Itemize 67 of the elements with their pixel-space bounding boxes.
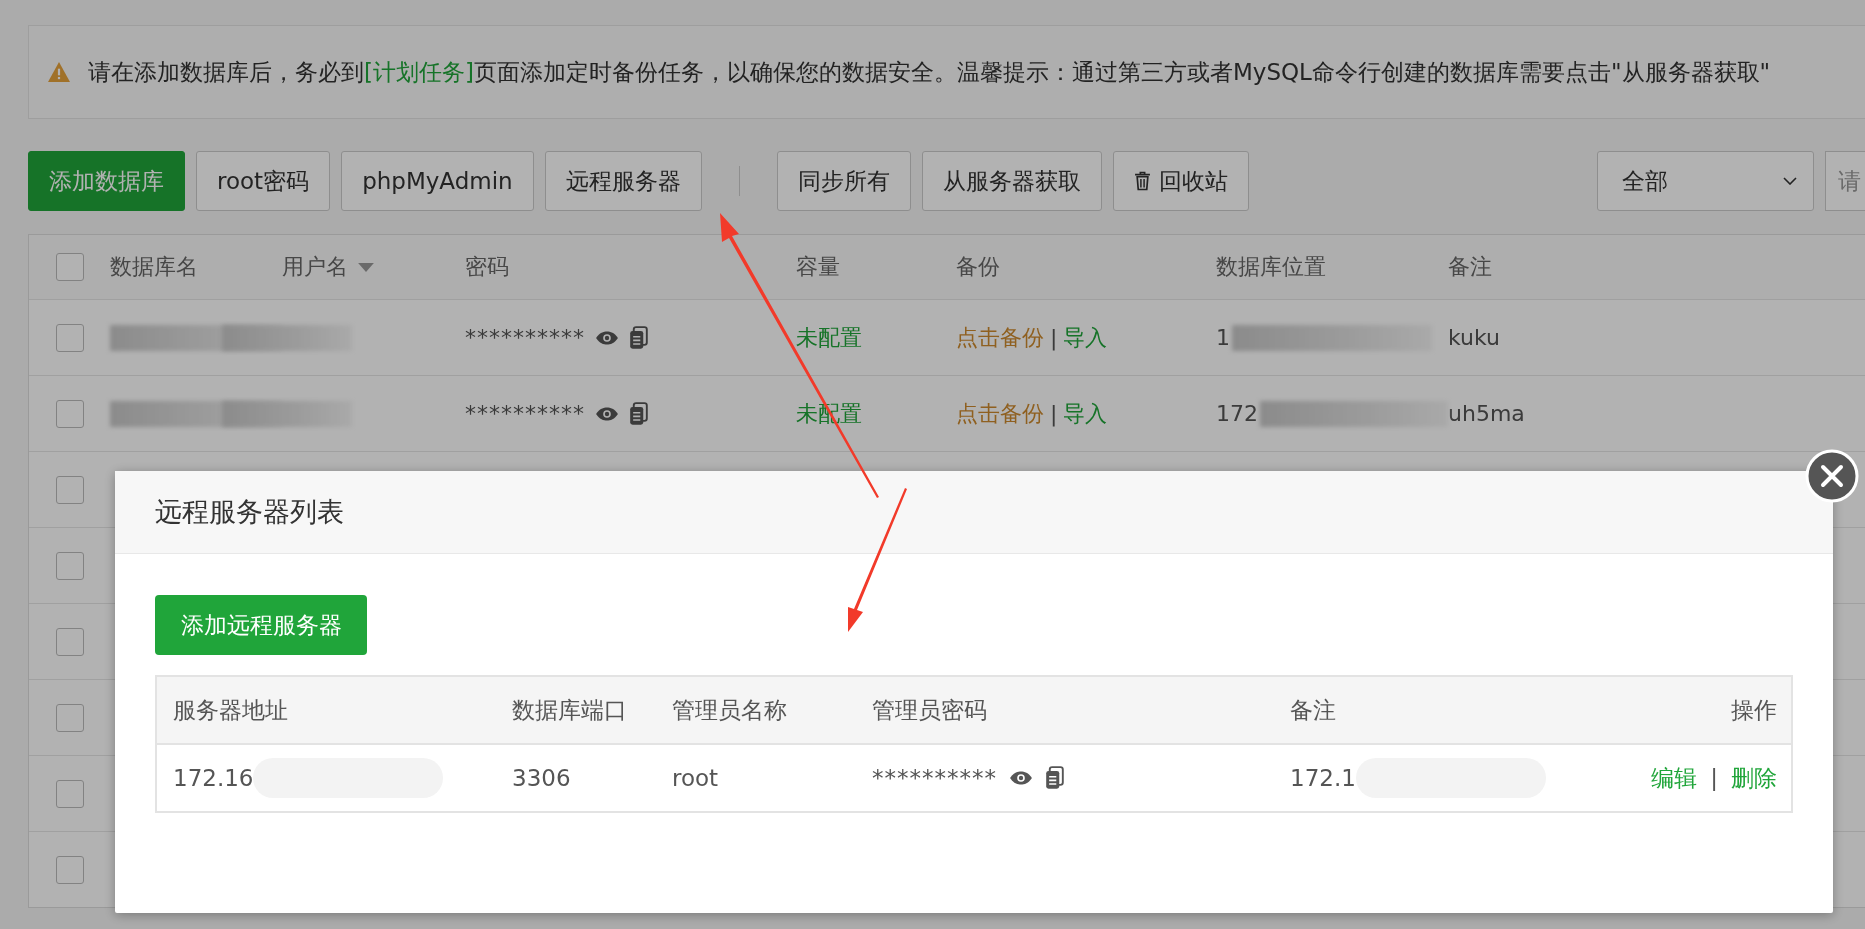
toolbar-button[interactable]: 同步所有 [776,151,911,211]
sort-caret-icon[interactable] [358,262,374,272]
table-cell: 172.16 [173,765,254,791]
row-checkbox[interactable] [55,323,84,352]
table-cell: 172 [1216,401,1258,426]
row-checkbox[interactable] [55,475,84,504]
masked-password: ********** [872,765,997,791]
masked-password: ********** [465,325,585,350]
table-cell: 172.1 [1290,765,1356,791]
chevron-down-icon [1783,177,1797,185]
search-field[interactable]: 请 [1825,151,1865,211]
eye-icon[interactable] [595,329,619,346]
backup-link[interactable]: 点击备份 [956,322,1044,353]
filter-dropdown[interactable]: 全部 [1597,151,1814,211]
close-icon[interactable] [1805,449,1859,503]
column-header: 数据库位置 [1216,253,1326,281]
row-checkbox[interactable] [55,779,84,808]
column-header: 操作 [1731,695,1777,725]
toolbar-button[interactable]: 从服务器获取 [921,151,1102,211]
column-header: 密码 [465,253,509,281]
row-checkbox[interactable] [55,855,84,884]
masked-password: ********** [465,401,585,426]
separator-text: | [1710,765,1718,791]
eye-icon[interactable] [1009,770,1033,786]
column-header: 管理员名称 [672,695,787,725]
add-remote-server-button[interactable]: 添加远程服务器 [155,595,367,655]
table-cell: 3306 [512,765,571,791]
column-header: 用户名 [282,253,348,281]
toolbar-button[interactable]: 远程服务器 [544,151,702,211]
add-database-button[interactable]: 添加数据库 [28,151,185,211]
recycle-bin-button[interactable]: 回收站 [1112,151,1249,211]
trash-icon [1133,171,1151,191]
column-header: 管理员密码 [872,695,987,725]
separator-text: | [1050,325,1058,350]
table-cell: root [672,765,719,791]
toolbar-button[interactable]: phpMyAdmin [341,151,534,211]
import-link[interactable]: 导入 [1063,322,1108,353]
table-cell: uh5ma [1448,401,1525,426]
column-header: 数据库名 [110,253,198,281]
table-cell: kuku [1448,325,1500,350]
row-checkbox[interactable] [55,703,84,732]
status-link[interactable]: 未配置 [796,322,862,353]
copy-icon[interactable] [629,401,648,426]
column-header: 备份 [956,253,1000,281]
copy-icon[interactable] [629,325,648,350]
row-checkbox[interactable] [55,551,84,580]
copy-icon[interactable] [1045,766,1064,790]
column-header: 备注 [1290,695,1336,725]
dialog-title: 远程服务器列表 [155,495,344,529]
separator-text: | [1050,401,1058,426]
toolbar-button[interactable]: root密码 [196,151,331,211]
select-all-checkbox[interactable] [55,253,84,281]
row-checkbox[interactable] [55,399,84,428]
eye-icon[interactable] [595,405,619,422]
schedule-link[interactable]: [计划任务] [364,58,474,85]
table-cell: 1 [1216,325,1230,350]
backup-link[interactable]: 点击备份 [956,398,1044,429]
delete-link[interactable]: 删除 [1731,762,1777,794]
row-checkbox[interactable] [55,627,84,656]
import-link[interactable]: 导入 [1063,398,1108,429]
column-header: 服务器地址 [173,695,288,725]
column-header: 容量 [796,253,840,281]
warning-icon [48,62,70,82]
edit-link[interactable]: 编辑 [1651,762,1698,794]
column-header: 数据库端口 [512,695,627,725]
column-header: 备注 [1448,253,1492,281]
notice-text: 请在添加数据库后，务必到[计划任务]页面添加定时备份任务，以确保您的数据安全。温馨提示：通过第三方或者MySQL命令行创建的数据库需要点击"从服务器获取" [88,57,1771,87]
